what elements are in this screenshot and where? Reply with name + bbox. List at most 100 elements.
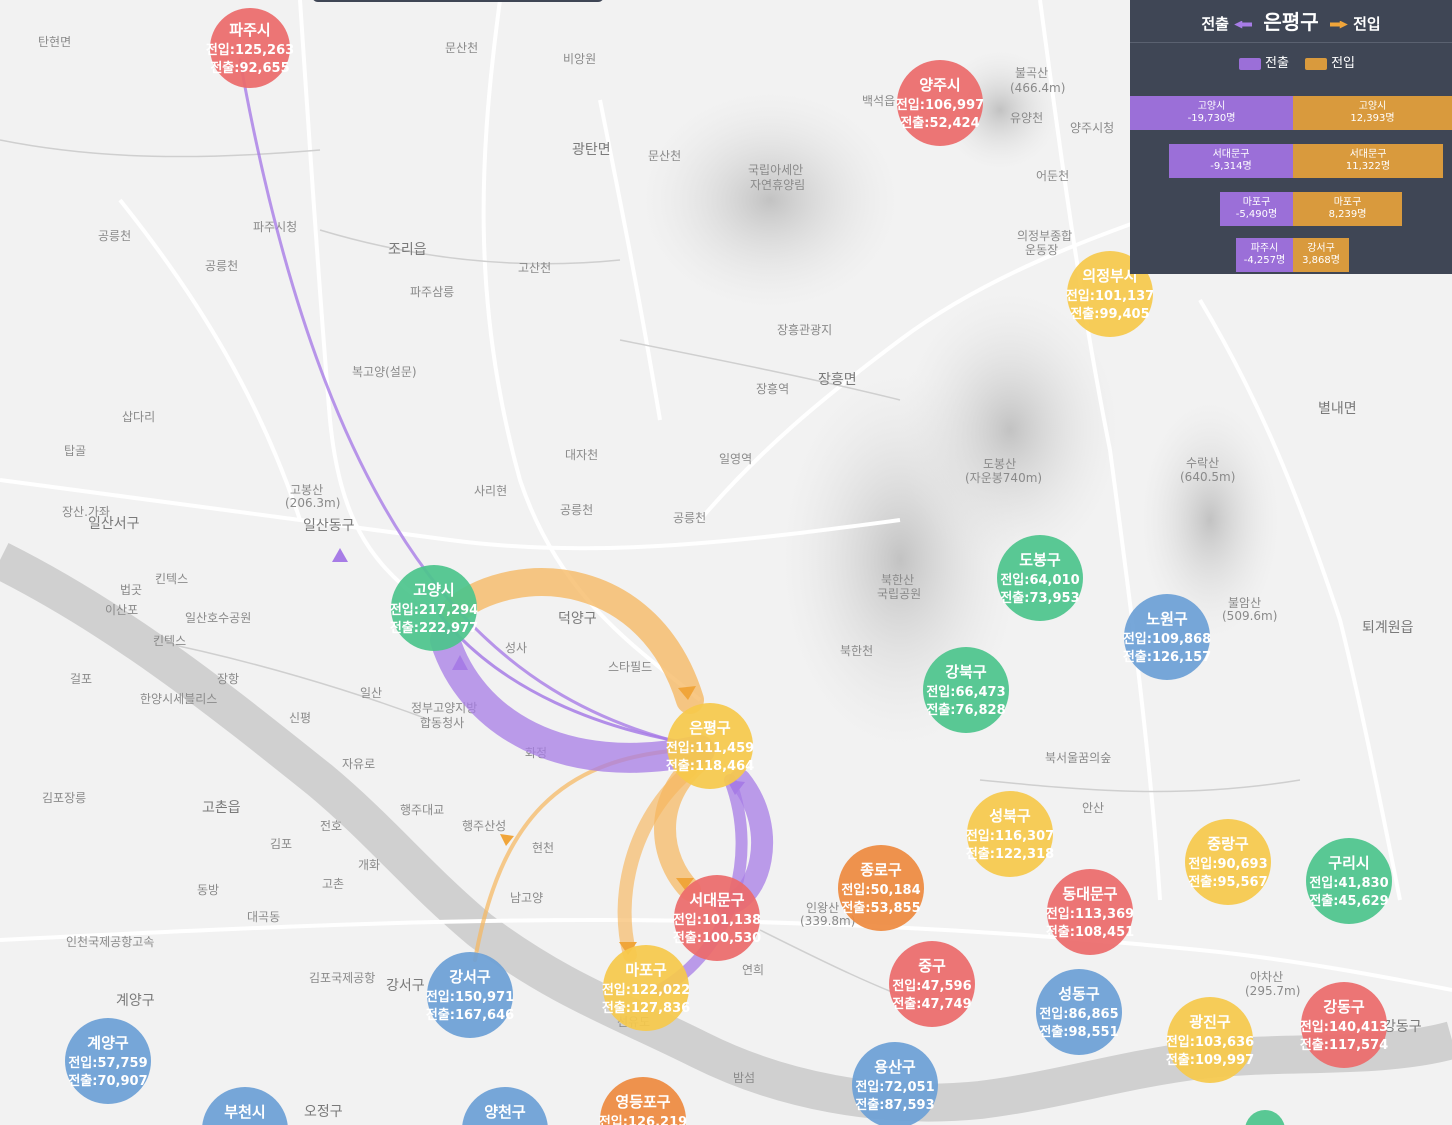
district-outflow: 전출:222,977 — [390, 620, 478, 636]
svg-text:공릉천: 공릉천 — [673, 510, 706, 525]
district-inflow: 전입:111,459 — [666, 740, 754, 756]
district-inflow: 전입:116,307 — [966, 828, 1054, 844]
svg-text:동방: 동방 — [197, 883, 219, 897]
district-name: 양주시 — [919, 76, 960, 94]
district-inflow: 전입:106,997 — [896, 97, 984, 113]
district-circle[interactable]: 파주시전입:125,263 전출:92,655 — [206, 8, 294, 88]
svg-text:걸포: 걸포 — [70, 672, 92, 686]
in-swatch — [1305, 57, 1328, 70]
svg-text:공릉천: 공릉천 — [560, 502, 593, 517]
district-name: 부천시 — [224, 1103, 265, 1121]
svg-text:불암산: 불암산 — [1228, 596, 1261, 610]
svg-text:별내면: 별내면 — [1318, 401, 1357, 417]
district-outflow: 전출:109,997 — [1166, 1052, 1254, 1068]
district-inflow: 전입:126,219 — [599, 1114, 687, 1125]
svg-text:파주삼릉: 파주삼릉 — [410, 285, 454, 299]
svg-text:덕양구: 덕양구 — [558, 611, 597, 627]
svg-text:문산천: 문산천 — [648, 148, 681, 163]
svg-text:인왕산: 인왕산 — [806, 901, 839, 915]
district-name: 중랑구 — [1207, 835, 1249, 853]
district-name: 계양구 — [87, 1034, 129, 1052]
svg-text:운동장: 운동장 — [1025, 243, 1058, 257]
svg-text:대곡동: 대곡동 — [247, 910, 280, 924]
district-circle[interactable]: 양천구 — [462, 1087, 548, 1125]
district-circle[interactable]: 중랑구전입:90,693 전출:95,567 — [1185, 819, 1271, 905]
district-name: 파주시 — [229, 21, 270, 39]
svg-text:연희: 연희 — [742, 963, 764, 977]
svg-text:문산천: 문산천 — [445, 40, 478, 55]
district-name: 성동구 — [1058, 985, 1100, 1003]
svg-text:현천: 현천 — [532, 840, 554, 855]
bar-out-3[interactable]: 파주시 -4,257명 — [1236, 238, 1293, 272]
svg-text:고촌읍: 고촌읍 — [202, 800, 241, 816]
svg-text:국립아세안: 국립아세안 — [748, 163, 803, 177]
district-circle[interactable]: 구리시전입:41,830 전출:45,629 — [1306, 838, 1392, 924]
district-outflow: 전출:87,593 — [855, 1097, 934, 1113]
district-outflow: 전출:70,907 — [68, 1073, 147, 1089]
bar-in-1[interactable]: 서대문구 11,322명 — [1293, 144, 1443, 178]
district-name: 성북구 — [989, 807, 1031, 825]
bar-out-value: -9,314명 — [1210, 161, 1252, 172]
svg-text:공릉천: 공릉천 — [98, 228, 131, 243]
svg-text:수락산: 수락산 — [1186, 456, 1219, 470]
district-circle[interactable]: 계양구전입:57,759 전출:70,907 — [65, 1018, 151, 1104]
district-name: 중구 — [918, 957, 946, 975]
svg-text:고산천: 고산천 — [518, 260, 551, 275]
district-circle[interactable]: 부천시 — [202, 1087, 288, 1125]
bar-in-2[interactable]: 마포구 8,239명 — [1293, 192, 1402, 226]
district-circle[interactable]: 중구전입:47,596 전출:47,749 — [889, 941, 975, 1027]
bar-in-0[interactable]: 고양시 12,393명 — [1293, 96, 1452, 130]
svg-text:킨텍스: 킨텍스 — [155, 572, 188, 586]
svg-text:유양천: 유양천 — [1010, 110, 1043, 125]
svg-text:행주대교: 행주대교 — [400, 802, 444, 817]
district-circle[interactable]: 영등포구전입:126,219 — [599, 1077, 687, 1125]
bar-out-0[interactable]: 고양시 -19,730명 — [1130, 96, 1293, 130]
out-swatch — [1239, 57, 1261, 70]
district-circle-bg — [1245, 1110, 1285, 1125]
district-circle[interactable] — [1245, 1110, 1285, 1125]
district-outflow: 전출:127,836 — [602, 1000, 690, 1016]
key-in-label: 전입 — [1331, 56, 1355, 71]
district-inflow: 전입:103,636 — [1166, 1034, 1254, 1050]
district-outflow: 전출:45,629 — [1309, 893, 1388, 909]
district-inflow: 전입:101,138 — [673, 912, 761, 928]
flow-legend-panel: 전출 은평구 전입 전출 전입 고양시 -19,730명 고양시 12,393명… — [1130, 0, 1452, 274]
district-inflow: 전입:217,294 — [390, 602, 478, 618]
bar-out-2[interactable]: 마포구 -5,490명 — [1220, 192, 1293, 226]
svg-text:탑골: 탑골 — [64, 444, 86, 458]
district-circle[interactable]: 성북구전입:116,307 전출:122,318 — [966, 791, 1054, 877]
svg-text:탄현면: 탄현면 — [38, 35, 71, 49]
svg-text:의정부종합: 의정부종합 — [1017, 229, 1072, 243]
svg-text:합동청사: 합동청사 — [420, 716, 464, 730]
district-circle[interactable]: 도봉구전입:64,010 전출:73,953 — [997, 535, 1083, 621]
district-circle[interactable]: 고양시전입:217,294 전출:222,977 — [390, 565, 478, 651]
district-circle[interactable]: 용산구전입:72,051 전출:87,593 — [852, 1042, 938, 1125]
svg-text:백석읍: 백석읍 — [862, 94, 895, 108]
svg-text:성사: 성사 — [505, 641, 527, 655]
svg-text:퇴계원읍: 퇴계원읍 — [1362, 620, 1414, 636]
district-circle[interactable]: 성동구전입:86,865 전출:98,551 — [1036, 969, 1122, 1055]
district-outflow: 전출:53,855 — [841, 900, 920, 916]
district-inflow: 전입:90,693 — [1188, 856, 1267, 872]
bar-out-name: 파주시 — [1250, 243, 1279, 254]
svg-text:김포: 김포 — [270, 837, 292, 851]
district-outflow: 전출:98,551 — [1039, 1024, 1118, 1040]
bar-out-1[interactable]: 서대문구 -9,314명 — [1169, 144, 1293, 178]
svg-text:일산호수공원: 일산호수공원 — [185, 611, 251, 625]
district-outflow: 전출:47,749 — [892, 996, 971, 1012]
svg-text:일산: 일산 — [360, 686, 382, 700]
legend-center-name: 은평구 — [1263, 10, 1319, 34]
bar-in-3[interactable]: 강서구 3,868명 — [1293, 238, 1349, 272]
district-circle[interactable]: 강북구전입:66,473 전출:76,828 — [923, 647, 1009, 733]
svg-text:(339.8m): (339.8m) — [800, 914, 855, 928]
district-outflow: 전출:99,405 — [1070, 306, 1149, 322]
top-edge-bar — [313, 0, 603, 2]
bar-out-name: 서대문구 — [1212, 149, 1250, 160]
district-circle[interactable]: 종로구전입:50,184 전출:53,855 — [838, 845, 924, 931]
svg-text:도봉산: 도봉산 — [983, 457, 1016, 471]
svg-text:장흥역: 장흥역 — [756, 382, 789, 396]
svg-text:아차산: 아차산 — [1250, 970, 1283, 984]
district-name: 양천구 — [484, 1103, 526, 1121]
district-inflow: 전입:140,413 — [1300, 1019, 1388, 1035]
district-name: 은평구 — [689, 719, 731, 737]
